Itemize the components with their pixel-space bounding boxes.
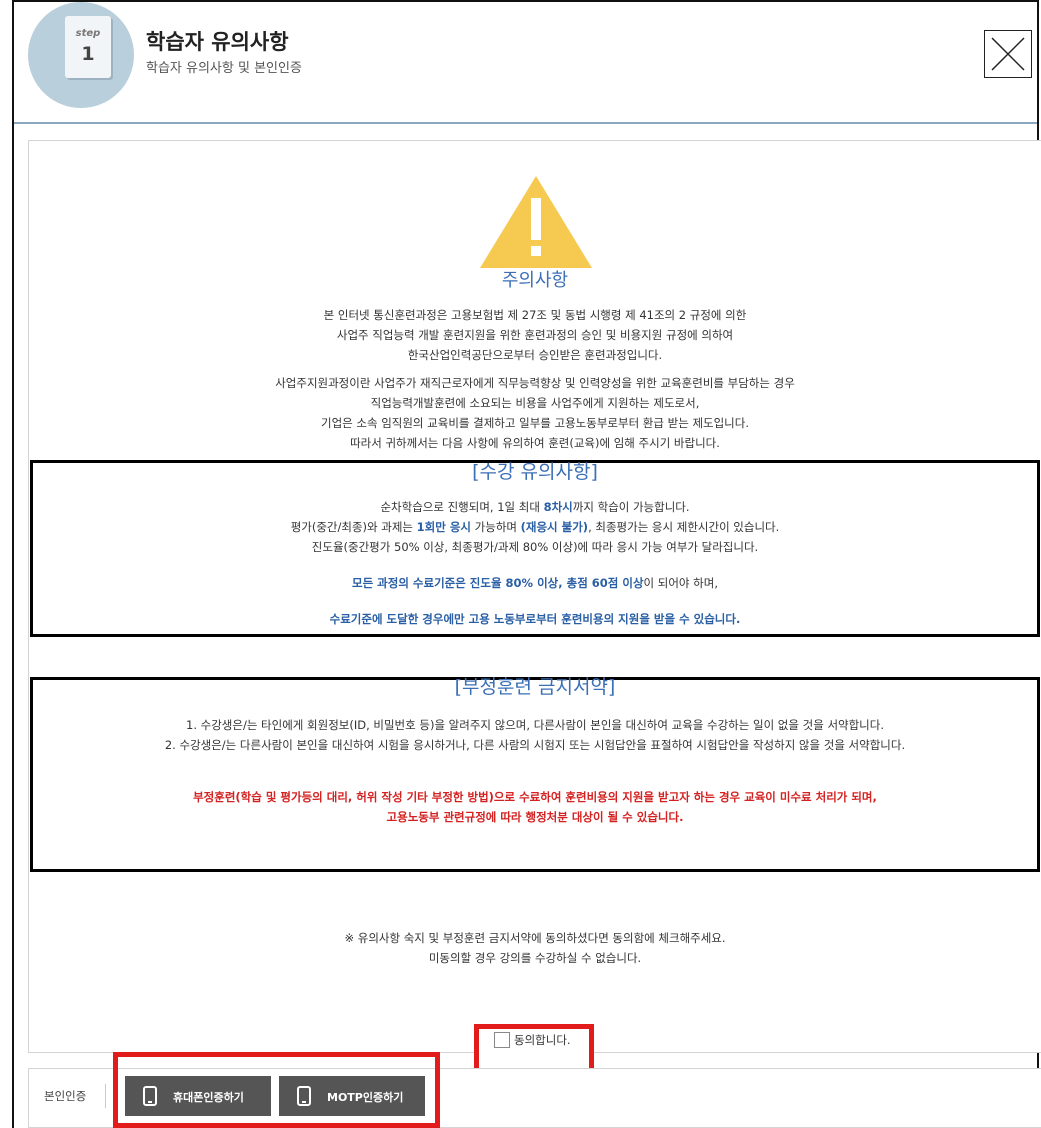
agree-checkbox[interactable] bbox=[494, 1032, 510, 1048]
notice-title: 주의사항 bbox=[501, 270, 569, 291]
warning-icon bbox=[480, 176, 592, 268]
text-segment: 이 되어야 하며, bbox=[643, 576, 718, 590]
text-segment: 순차학습으로 진행되며, 1일 최대 bbox=[380, 500, 544, 514]
text-segment: 까지 학습이 가능합니다. bbox=[572, 500, 690, 514]
text-segment: 가능하며 bbox=[471, 520, 521, 534]
course-notice-line-3: 진도율(중간평가 50% 이상, 최종평가/과제 80% 이상)에 따라 응시 … bbox=[311, 540, 759, 554]
course-notice-line-2: 평가(중간/최종)와 과제는 1회만 응시 가능하며 (재응시 불가), 최종평… bbox=[28, 517, 1041, 537]
dialog-header: step 1 학습자 유의사항 학습자 유의사항 및 본인인증 bbox=[14, 2, 1037, 122]
step-badge: step 1 bbox=[28, 2, 134, 108]
pledge-item-1: 1. 수강생은/는 타인에게 회원정보(ID, 비밀번호 등)을 알려주지 않으… bbox=[186, 718, 884, 732]
text-highlight: 8차시 bbox=[543, 500, 573, 514]
agreement-note-line-1: ※ 유의사항 숙지 및 부정훈련 금지서약에 동의하셨다면 동의함에 체크해주세… bbox=[344, 931, 726, 945]
agreement-note-line-2: 미동의할 경우 강의를 수강하실 수 없습니다. bbox=[428, 951, 642, 965]
notice-line: 한국산업인력공단으로부터 승인받은 훈련과정입니다. bbox=[407, 348, 663, 362]
pledge-warning: 부정훈련(학습 및 평가등의 대리, 허위 작성 기타 부정한 방법)으로 수료… bbox=[28, 787, 1041, 827]
text-segment: 평가(중간/최종)와 과제는 bbox=[290, 520, 417, 534]
notice-line: 직업능력개발훈련에 소요되는 비용을 사업주에게 지원하는 제도로서, bbox=[370, 396, 700, 410]
course-notice-line-1: 순차학습으로 진행되며, 1일 최대 8차시까지 학습이 가능합니다. bbox=[28, 497, 1041, 517]
agree-label[interactable]: 동의합니다. bbox=[514, 1032, 571, 1048]
course-notice-line-5: 수료기준에 도달한 경우에만 고용 노동부로부터 훈련비용의 지원을 받을 수 … bbox=[329, 612, 741, 626]
close-icon bbox=[991, 37, 1025, 71]
dialog-subtitle: 학습자 유의사항 및 본인인증 bbox=[146, 61, 302, 76]
notice-line: 따라서 귀하께서는 다음 사항에 유의하여 훈련(교육)에 임해 주시기 바랍니… bbox=[350, 436, 720, 450]
text-highlight: (재응시 불가) bbox=[520, 520, 589, 534]
pledge-warning-line-2: 고용노동부 관련규정에 따라 행정처분 대상이 될 수 있습니다. bbox=[386, 810, 684, 824]
text-highlight: 모든 과정의 수료기준은 진도율 80% 이상, 총점 60점 이상 bbox=[352, 576, 644, 590]
notice-line: 기업은 소속 임직원의 교육비를 결제하고 일부를 고용노동부로부터 환급 받는… bbox=[320, 416, 749, 430]
agreement-note: ※ 유의사항 숙지 및 부정훈련 금지서약에 동의하셨다면 동의함에 체크해주세… bbox=[28, 928, 1041, 968]
pledge-warning-line-1: 부정훈련(학습 및 평가등의 대리, 허위 작성 기타 부정한 방법)으로 수료… bbox=[193, 790, 877, 804]
auth-label: 본인인증 bbox=[44, 1089, 87, 1103]
close-button[interactable] bbox=[984, 30, 1032, 78]
step-word: step bbox=[75, 28, 101, 39]
auth-separator bbox=[105, 1084, 106, 1108]
text-segment: , 최종평가는 응시 제한시간이 있습니다. bbox=[588, 520, 780, 534]
step-page-icon: step 1 bbox=[65, 16, 111, 78]
notice-paragraph-2: 사업주지원과정이란 사업주가 재직근로자에게 직무능력향상 및 인력양성을 위한… bbox=[28, 373, 1041, 453]
pledge-title: [부정훈련 금지서약] bbox=[454, 676, 616, 698]
notice-paragraph-1: 본 인터넷 통신훈련과정은 고용보험법 제 27조 및 동법 시행령 제 41조… bbox=[28, 305, 1041, 365]
step-number: 1 bbox=[81, 43, 95, 65]
header-divider bbox=[14, 122, 1037, 124]
course-notice-line-4: 모든 과정의 수료기준은 진도율 80% 이상, 총점 60점 이상이 되어야 … bbox=[28, 573, 1041, 593]
notice-line: 사업주지원과정이란 사업주가 재직근로자에게 직무능력향상 및 인력양성을 위한… bbox=[275, 376, 795, 390]
pledge-items: 1. 수강생은/는 타인에게 회원정보(ID, 비밀번호 등)을 알려주지 않으… bbox=[28, 715, 1041, 755]
text-highlight: 1회만 응시 bbox=[416, 520, 471, 534]
auth-highlight bbox=[113, 1052, 440, 1128]
pledge-box: [부정훈련 금지서약] bbox=[30, 676, 1040, 872]
pledge-item-2: 2. 수강생은/는 다른사람이 본인을 대신하여 시험을 응시하거나, 다른 사… bbox=[164, 738, 906, 752]
course-notice-body: 순차학습으로 진행되며, 1일 최대 8차시까지 학습이 가능합니다. 평가(중… bbox=[28, 497, 1041, 629]
dialog-title: 학습자 유의사항 bbox=[146, 30, 289, 54]
notice-line: 본 인터넷 통신훈련과정은 고용보험법 제 27조 및 동법 시행령 제 41조… bbox=[323, 308, 747, 322]
course-notice-title: [수강 유의사항] bbox=[472, 461, 598, 483]
notice-line: 사업주 직업능력 개발 훈련지원을 위한 훈련과정의 승인 및 비용지원 규정에… bbox=[336, 328, 734, 342]
